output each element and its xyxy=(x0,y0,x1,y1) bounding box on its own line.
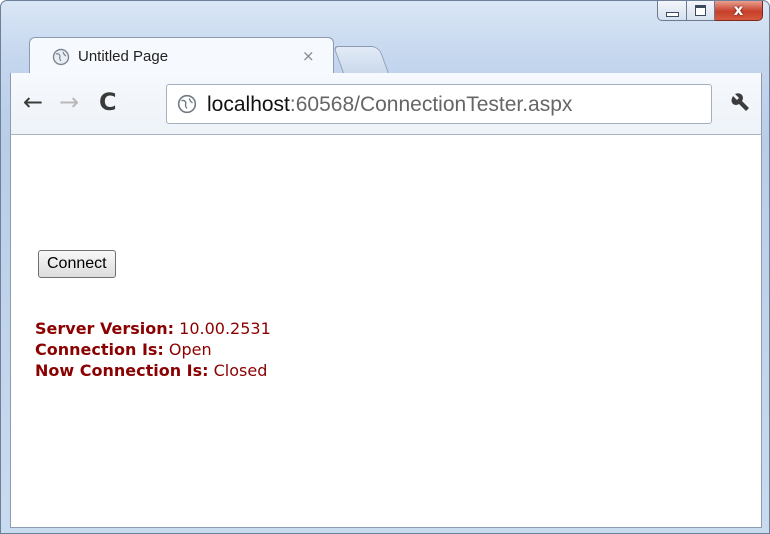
connection-is-line: Connection Is: Open xyxy=(35,339,271,360)
server-version-line: Server Version: 10.00.2531 xyxy=(35,318,271,339)
maximize-button[interactable] xyxy=(687,1,715,21)
server-version-value: 10.00.2531 xyxy=(174,319,271,338)
back-button[interactable]: ← xyxy=(23,90,43,114)
close-icon: x xyxy=(733,1,744,19)
tab-close-icon[interactable]: × xyxy=(302,47,315,65)
connection-is-label: Connection Is: xyxy=(35,340,164,359)
globe-icon xyxy=(52,48,70,71)
new-tab-button[interactable] xyxy=(333,46,389,73)
tab-title: Untitled Page xyxy=(78,48,169,65)
reload-button[interactable]: C xyxy=(99,90,117,114)
page-content: Connect Server Version: 10.00.2531 Conne… xyxy=(10,135,762,528)
server-version-label: Server Version: xyxy=(35,319,175,338)
toolbar: ← → C localhost:60568/ConnectionTester.a… xyxy=(10,73,762,135)
now-connection-is-value: Closed xyxy=(208,361,268,380)
minimize-icon xyxy=(665,11,679,17)
tab-untitled-page[interactable]: Untitled Page × xyxy=(29,37,334,74)
maximize-icon xyxy=(695,5,706,16)
now-connection-is-label: Now Connection Is: xyxy=(35,361,209,380)
address-bar[interactable]: localhost:60568/ConnectionTester.aspx xyxy=(166,84,712,124)
minimize-button[interactable] xyxy=(657,1,687,21)
url-text: localhost:60568/ConnectionTester.aspx xyxy=(207,93,572,117)
url-path: :60568/ConnectionTester.aspx xyxy=(289,93,573,116)
page-info-icon[interactable] xyxy=(177,94,197,119)
window-controls: x xyxy=(657,1,763,23)
connection-is-value: Open xyxy=(163,340,212,359)
url-host: localhost xyxy=(207,93,290,116)
connection-info: Server Version: 10.00.2531 Connection Is… xyxy=(35,318,271,381)
browser-window: x Untitled Page × ← → C localhost:60568/… xyxy=(0,0,770,534)
close-window-button[interactable]: x xyxy=(715,1,763,21)
connect-button[interactable]: Connect xyxy=(38,250,116,278)
now-connection-is-line: Now Connection Is: Closed xyxy=(35,360,271,381)
forward-button[interactable]: → xyxy=(59,90,79,114)
wrench-icon[interactable] xyxy=(729,91,751,118)
